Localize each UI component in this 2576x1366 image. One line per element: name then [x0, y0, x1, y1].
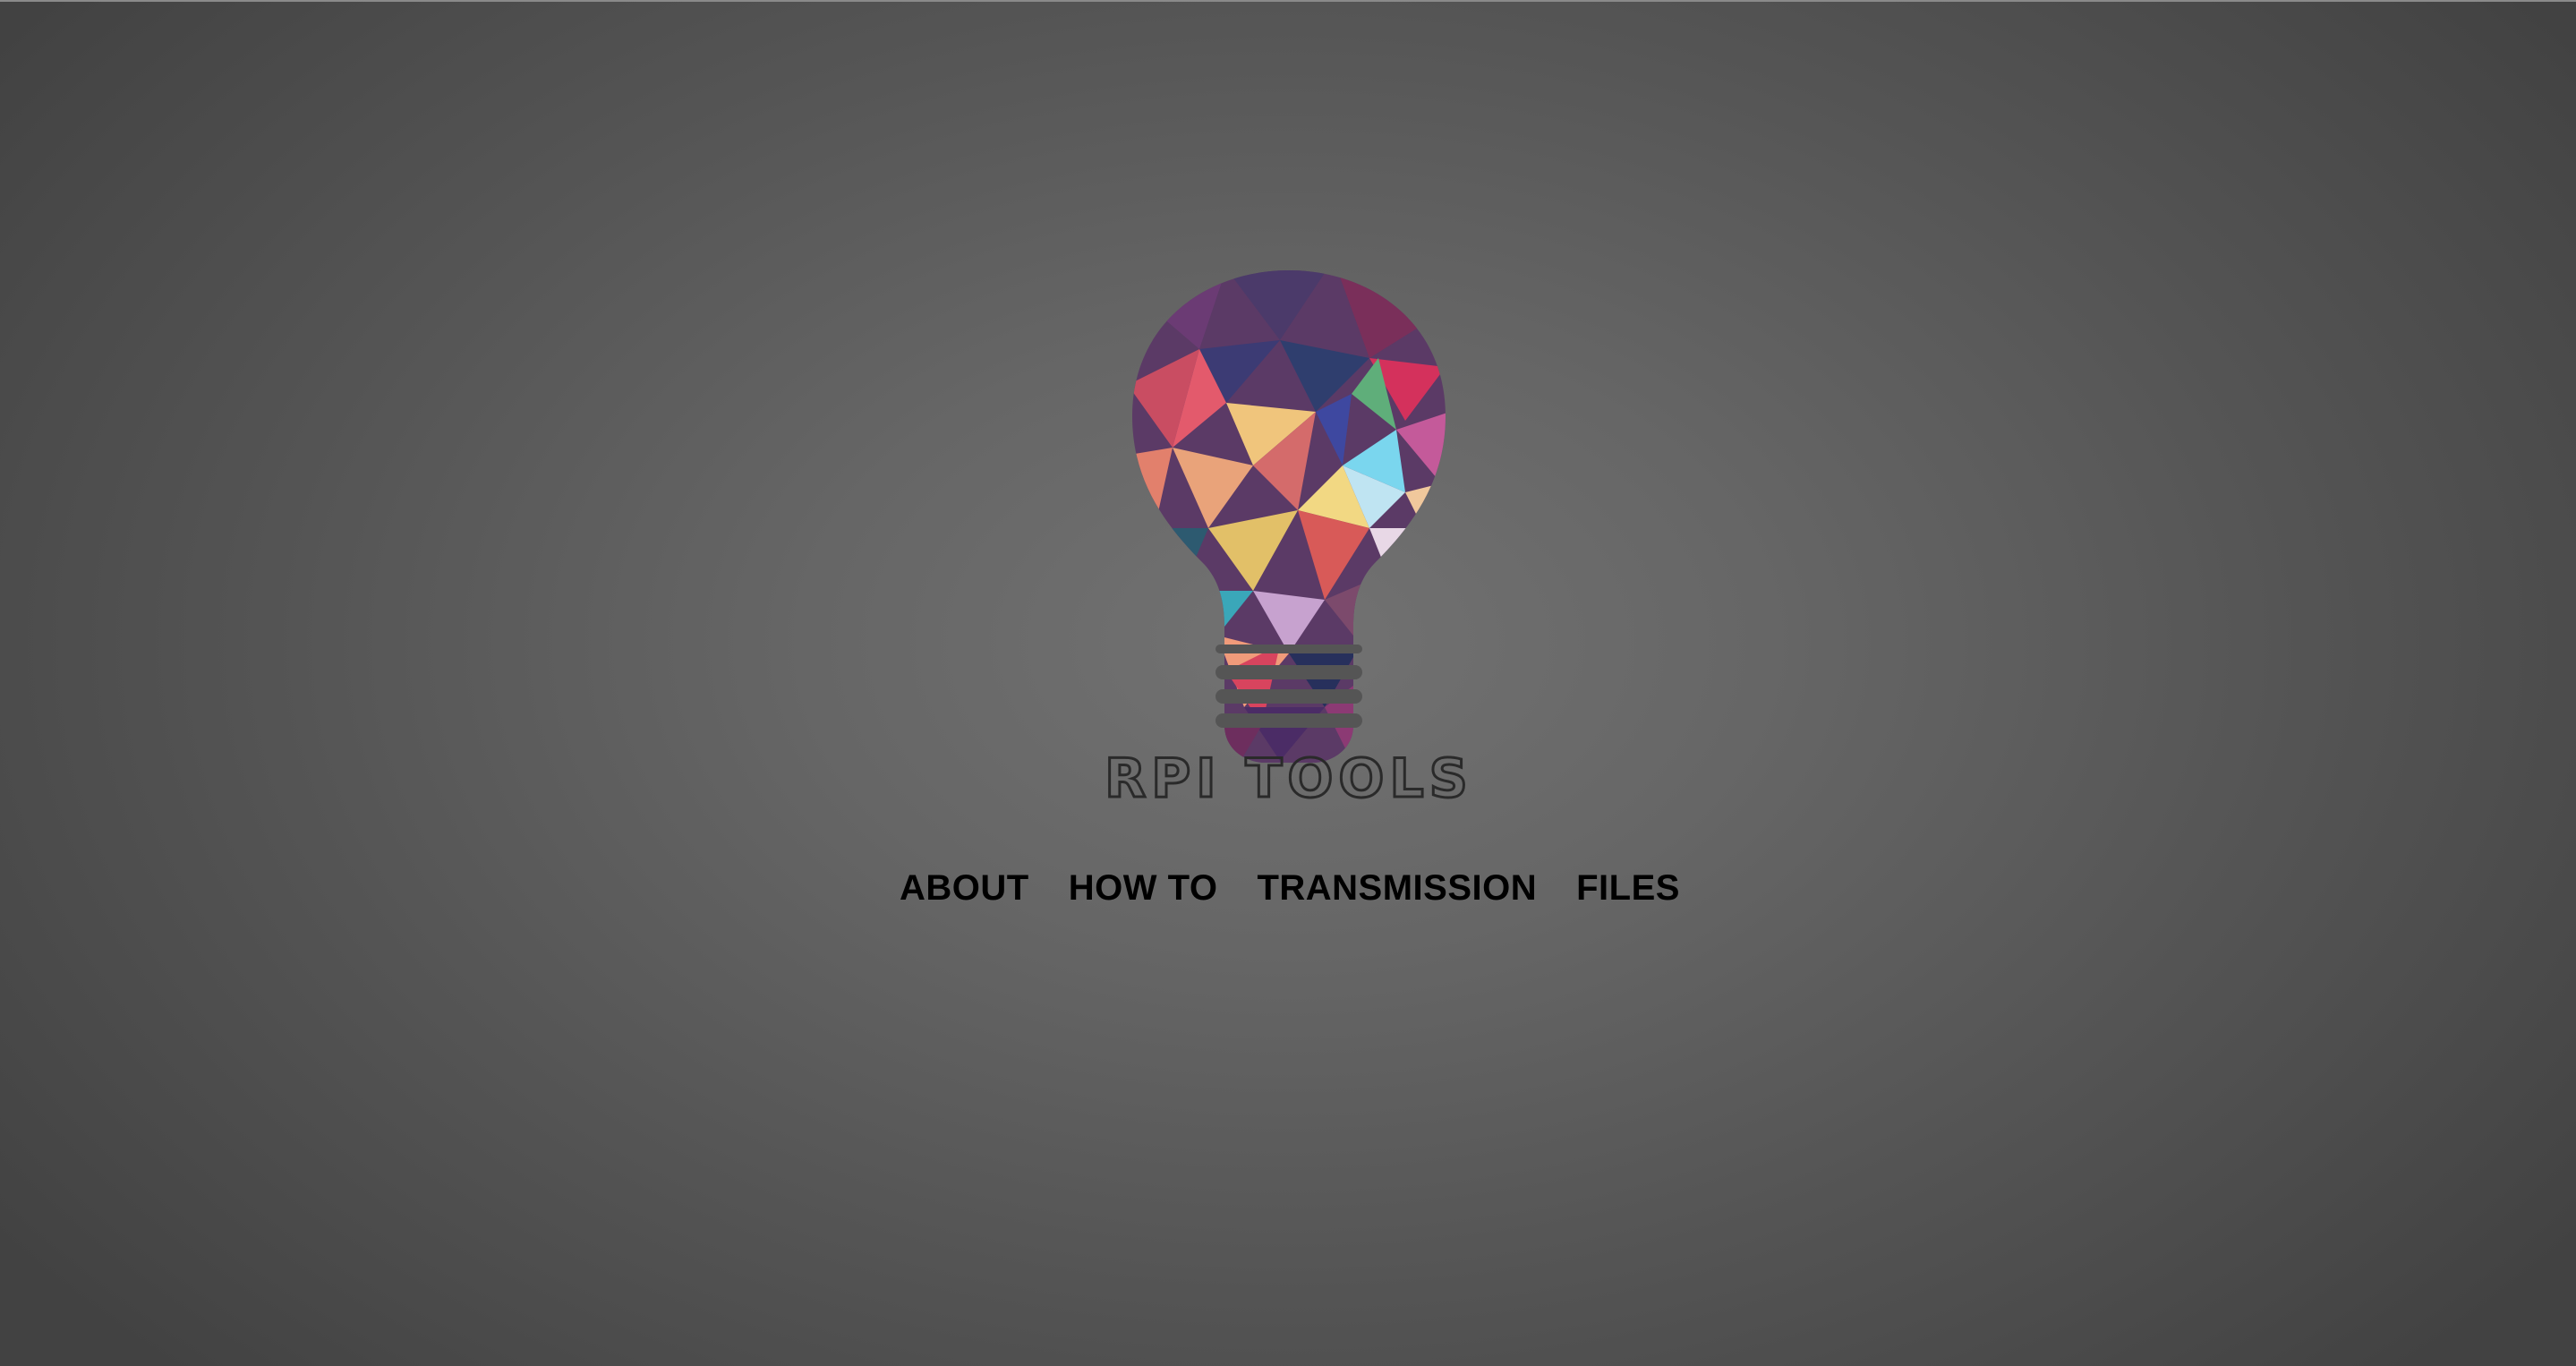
nav-item-how-to[interactable]: HOW TO — [1069, 862, 1218, 914]
nav-item-transmission[interactable]: TRANSMISSION — [1257, 862, 1537, 914]
top-border — [0, 0, 2576, 2]
nav-item-about[interactable]: ABOUT — [900, 862, 1029, 914]
lightbulb-icon — [1132, 270, 1446, 763]
site-logo[interactable]: RPI TOOLS — [1101, 260, 1477, 815]
logo-text: RPI TOOLS — [1105, 747, 1473, 810]
main-nav: ABOUT HOW TO TRANSMISSION FILES — [0, 862, 2576, 914]
nav-item-files[interactable]: FILES — [1576, 862, 1680, 914]
